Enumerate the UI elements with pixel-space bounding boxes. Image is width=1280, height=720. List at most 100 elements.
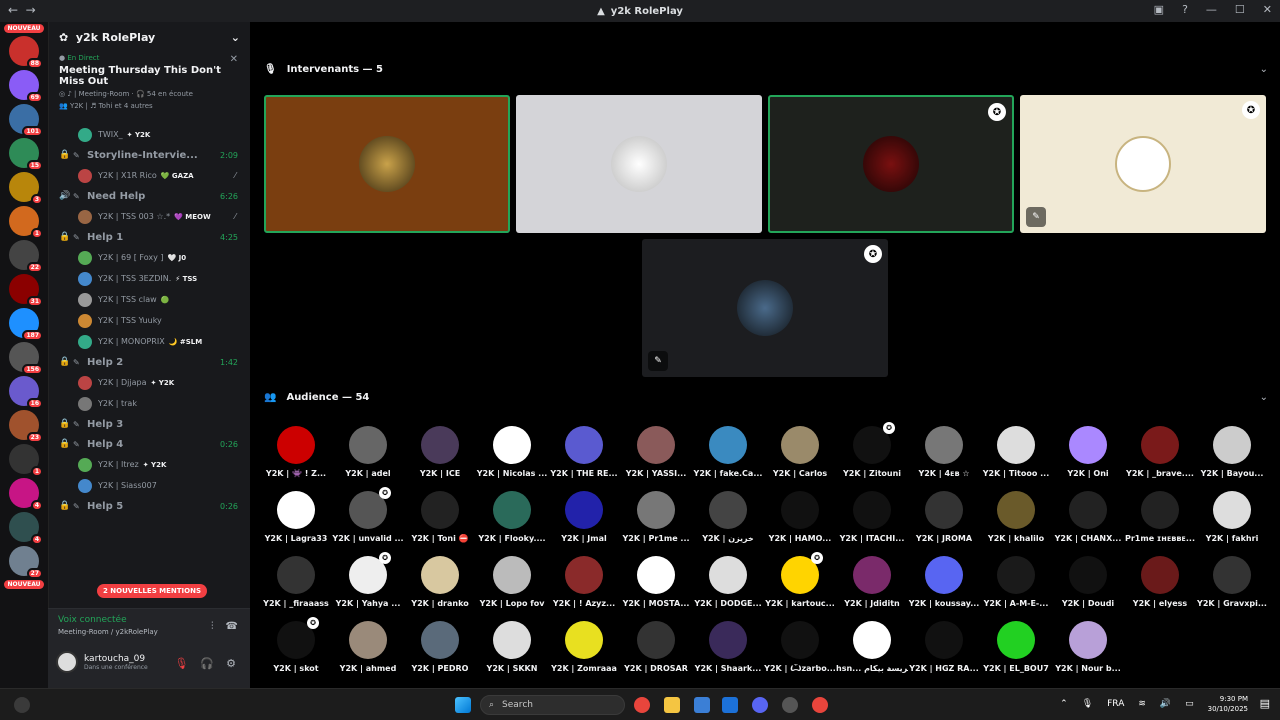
speakers-header[interactable]: 🎙 Intervenants — 5 [264, 64, 383, 75]
audience-member[interactable]: Y2K | elyess [1124, 556, 1196, 608]
audience-member[interactable]: Y2K | _brave.... [1124, 426, 1196, 478]
audience-member[interactable]: Y2K | PEDRO [404, 621, 476, 673]
speaker-tile[interactable]: ✪ ✎ [642, 239, 888, 377]
audience-member[interactable]: ✪ Y2K | Yahya ... [332, 552, 404, 608]
notification-icon[interactable]: ▤ [1260, 697, 1270, 710]
server-icon[interactable]: 22 [9, 240, 43, 273]
audience-member[interactable]: Y2K | DODGE... [692, 556, 764, 608]
server-icon[interactable]: 101 [9, 104, 43, 137]
inbox-icon[interactable]: ▣ [1154, 3, 1164, 16]
audience-member[interactable]: Y2K | fake.Ca... [692, 426, 764, 478]
audience-member[interactable]: Y2K | _firaaass [260, 556, 332, 608]
app-icon[interactable] [782, 697, 798, 713]
widgets-icon[interactable] [14, 697, 30, 713]
chevron-down-icon[interactable]: ⌄ [231, 31, 240, 44]
server-icon[interactable]: 4 [9, 512, 43, 545]
server-icon[interactable]: 31 [9, 274, 43, 307]
audience-member[interactable]: Y2K | CHANX... [1052, 491, 1124, 543]
battery-icon[interactable]: ▭ [1185, 699, 1194, 709]
server-icon[interactable]: 187 [9, 308, 43, 341]
audience-member[interactable]: ✪ Y2K | skot [260, 617, 332, 673]
voice-member[interactable]: Y2K | 69 [ Foxy ] 🤍 J0 [49, 247, 250, 268]
audience-member[interactable]: Y2K | Shaark... [692, 621, 764, 673]
audience-member[interactable]: Pr1me ɪʜᴇʙʙᴇ... [1124, 491, 1196, 543]
audience-member[interactable]: Y2K | DROSAR [620, 621, 692, 673]
voice-room[interactable]: Meeting-Room / y2kRolePlay [58, 628, 158, 636]
speaker-tile[interactable] [516, 95, 762, 233]
audience-member[interactable]: Y2K | Lopo fov [476, 556, 548, 608]
server-icon[interactable]: 1 [9, 206, 43, 239]
new-mentions-pill[interactable]: 2 NOUVELLES MENTIONS [97, 584, 208, 598]
windows-start-icon[interactable] [455, 697, 471, 713]
headphones-icon[interactable]: 🎧 [200, 657, 214, 670]
audience-member[interactable]: Y2K | Bayou... [1196, 426, 1268, 478]
audience-member[interactable]: Y2K | Pr1me ... [620, 491, 692, 543]
audience-member[interactable]: Y2K | Carlos [764, 426, 836, 478]
chevron-down-icon[interactable]: ⌄ [1260, 64, 1268, 75]
voice-channel[interactable]: 🔒 ✎ Help 4 0:26 [49, 434, 250, 454]
voice-member[interactable]: Y2K | Siass007 [49, 475, 250, 496]
audience-member[interactable]: Y2K | ahmed [332, 621, 404, 673]
server-icon[interactable]: 15 [9, 138, 43, 171]
audience-member[interactable]: Y2K | HGZ RA... [908, 621, 980, 673]
audience-member[interactable]: Y2K | Zomraaa [548, 621, 620, 673]
voice-channel[interactable]: 🔒 ✎ Help 5 0:26 [49, 496, 250, 516]
audience-member[interactable]: Y2K | fakhri [1196, 491, 1268, 543]
audience-member[interactable]: Y2K | Nicolas ... [476, 426, 548, 478]
server-icon[interactable]: 16 [9, 376, 43, 409]
voice-member[interactable]: Y2K | TSS Yuuky [49, 310, 250, 331]
audience-member[interactable]: Y2K | dranko [404, 556, 476, 608]
audience-member[interactable]: Y2K | Doudi [1052, 556, 1124, 608]
settings-gear-icon[interactable]: ⚙ [226, 657, 236, 670]
voice-channel[interactable]: 🔒 ✎ Storyline-Intervie... 2:09 [49, 145, 250, 165]
audience-member[interactable]: Y2K | adel [332, 426, 404, 478]
voice-channel[interactable]: 🔒 ✎ Help 3 [49, 414, 250, 434]
voice-channel[interactable]: 🔒 ✎ Help 2 1:42 [49, 352, 250, 372]
chrome-icon[interactable] [812, 697, 828, 713]
close-button[interactable]: ✕ [1263, 3, 1272, 16]
guild-header[interactable]: ✿ y2k RolePlay ⌄ [49, 22, 250, 52]
mic-muted-icon[interactable]: 🎙 [174, 657, 188, 670]
audience-member[interactable]: Y2K | EL_BOU7 [980, 621, 1052, 673]
microphone-icon[interactable]: 🎙 [1082, 699, 1093, 709]
server-icon[interactable]: 27 [9, 546, 43, 579]
audience-header[interactable]: 👥 Audience — 54 [264, 392, 369, 403]
audience-member[interactable]: ✪ Y2K | kartouc... [764, 552, 836, 608]
audience-member[interactable]: Y2K | koussay... [908, 556, 980, 608]
audience-member[interactable]: Y2K | Flooky.... [476, 491, 548, 543]
audience-member[interactable]: Y2K | 👾 ! Z... [260, 426, 332, 478]
server-icon[interactable]: 156 [9, 342, 43, 375]
chevron-down-icon[interactable]: ⌄ [1260, 392, 1268, 403]
audience-member[interactable]: hsn... هريسة بيكام [836, 621, 908, 673]
audience-member[interactable]: Y2K | THE RE... [548, 426, 620, 478]
audience-member[interactable]: Y2K | Gravxpi... [1196, 556, 1268, 608]
discord-icon[interactable] [752, 697, 768, 713]
file-explorer-icon[interactable] [664, 697, 680, 713]
voice-status[interactable]: Voix connectée [58, 615, 127, 625]
back-arrow-icon[interactable]: ← → [8, 3, 36, 17]
audience-member[interactable]: Y2K | YASSI... [620, 426, 692, 478]
disconnect-icon[interactable]: ☎ [226, 621, 238, 632]
chevron-up-icon[interactable]: ⌃ [1060, 699, 1068, 709]
audience-member[interactable]: Y2K | 4ᴇв ☆ [908, 426, 980, 478]
live-event-banner[interactable]: ● En Direct Meeting Thursday This Don't … [49, 52, 250, 124]
audience-member[interactable]: Y2K | ICE [404, 426, 476, 478]
speaker-tile[interactable]: ✪ ✎ [1020, 95, 1266, 233]
audience-member[interactable]: Y2K | Toni ⛔ [404, 491, 476, 543]
voice-member[interactable]: Y2K | TSS 003 ☆.* 💜 MEOW ⁄ [49, 206, 250, 227]
audience-member[interactable]: Y2K | Titooo ... [980, 426, 1052, 478]
audience-member[interactable]: Y2K | Lagra33 [260, 491, 332, 543]
audience-member[interactable]: Y2K | ! Azyz... [548, 556, 620, 608]
user-panel[interactable]: kartoucha_09 Dans une conférence [56, 651, 148, 673]
volume-icon[interactable]: 🔊 [1160, 699, 1171, 709]
audience-member[interactable]: Y2K | A-M-E-... [980, 556, 1052, 608]
audience-member[interactable]: Y2K | ITACHI... [836, 491, 908, 543]
voice-member[interactable]: Y2K | trak [49, 393, 250, 414]
mail-icon[interactable] [722, 697, 738, 713]
clock[interactable]: 9:30 PM 30/10/2025 [1208, 694, 1248, 714]
audience-member[interactable]: Y2K | SKKN [476, 621, 548, 673]
help-icon[interactable]: ? [1182, 3, 1188, 16]
server-icon[interactable]: 4 [9, 478, 43, 511]
maximize-button[interactable]: ☐ [1235, 3, 1245, 16]
minimize-button[interactable]: — [1206, 3, 1217, 16]
